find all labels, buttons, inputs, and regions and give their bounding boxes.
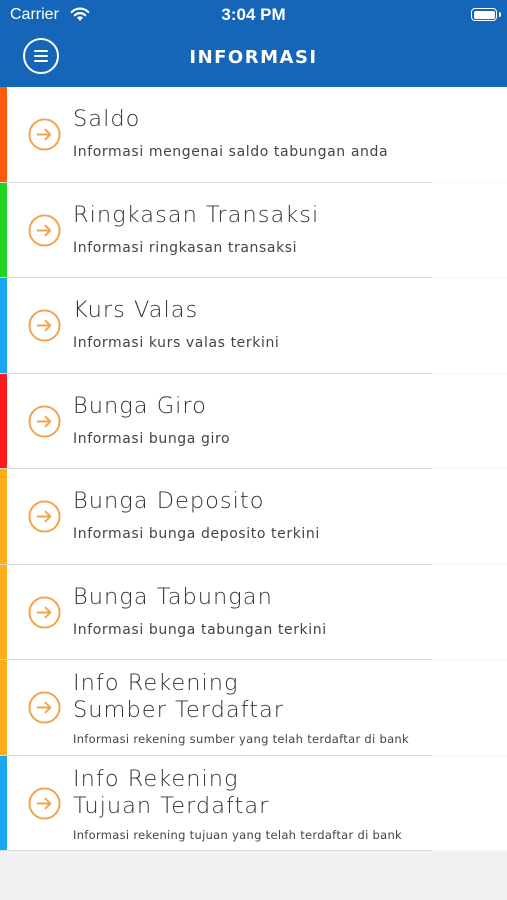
item-color-bar — [0, 469, 7, 564]
item-title: Bunga Deposito — [73, 488, 265, 514]
list-item-kurs-valas[interactable]: Kurs Valas Informasi kurs valas terkini — [0, 278, 507, 374]
item-title: Kurs Valas — [73, 297, 199, 323]
list-item-bunga-tabungan[interactable]: Bunga Tabungan Informasi bunga tabungan … — [0, 564, 507, 660]
battery-icon — [471, 8, 497, 21]
item-title-line1: Info Rekening — [73, 765, 239, 792]
item-subtitle: Informasi rekening sumber yang telah ter… — [73, 732, 409, 746]
item-subtitle: Informasi bunga tabungan terkini — [73, 621, 327, 638]
info-list: Saldo Informasi mengenai saldo tabungan … — [0, 87, 507, 851]
item-title: Info Rekening Sumber Terdaftar — [73, 670, 284, 724]
status-bar: Carrier 3:04 PM — [0, 0, 507, 30]
nav-bar: INFORMASI — [0, 30, 507, 87]
arrow-right-circle-icon — [28, 691, 61, 724]
item-color-bar — [0, 182, 7, 277]
item-subtitle: Informasi mengenai saldo tabungan anda — [73, 144, 389, 160]
arrow-right-circle-icon — [28, 118, 61, 151]
arrow-right-circle-icon — [28, 595, 61, 629]
list-item-bunga-giro[interactable]: Bunga Giro Informasi bunga giro — [0, 373, 507, 469]
item-subtitle: Informasi bunga deposito terkini — [73, 526, 320, 542]
list-item-bunga-deposito[interactable]: Bunga Deposito Informasi bunga deposito … — [0, 469, 507, 565]
item-title: Bunga Tabungan — [73, 583, 273, 610]
item-title-line1: Info Rekening — [73, 670, 239, 696]
item-subtitle: Informasi rekening tujuan yang telah ter… — [73, 827, 403, 842]
item-color-bar — [0, 373, 7, 468]
arrow-right-circle-icon — [28, 786, 61, 820]
arrow-right-circle-icon — [28, 213, 61, 247]
list-item-info-rekening-sumber[interactable]: Info Rekening Sumber Terdaftar Informasi… — [0, 660, 507, 756]
item-title: Info Rekening Tujuan Terdaftar — [73, 766, 269, 820]
list-item-info-rekening-tujuan[interactable]: Info Rekening Tujuan Terdaftar Informasi… — [0, 755, 507, 851]
item-title: Ringkasan Transaksi — [73, 201, 320, 228]
item-color-bar — [0, 278, 7, 373]
item-subtitle: Informasi ringkasan transaksi — [73, 239, 298, 256]
list-item-saldo[interactable]: Saldo Informasi mengenai saldo tabungan … — [0, 87, 507, 183]
item-subtitle: Informasi kurs valas terkini — [73, 335, 280, 351]
item-title: Saldo — [73, 106, 141, 132]
item-color-bar — [0, 660, 7, 755]
arrow-right-circle-icon — [28, 309, 61, 342]
item-color-bar — [0, 755, 7, 850]
arrow-right-circle-icon — [28, 500, 61, 533]
item-color-bar — [0, 564, 7, 659]
page-title: INFORMASI — [189, 47, 318, 68]
item-subtitle: Informasi bunga giro — [73, 430, 231, 447]
item-title: Bunga Giro — [73, 392, 207, 419]
item-title-line2: Tujuan Terdaftar — [73, 792, 270, 819]
list-item-ringkasan-transaksi[interactable]: Ringkasan Transaksi Informasi ringkasan … — [0, 182, 507, 278]
arrow-right-circle-icon — [28, 404, 61, 438]
item-title-line2: Sumber Terdaftar — [73, 697, 285, 723]
status-time: 3:04 PM — [221, 5, 286, 24]
item-color-bar — [0, 87, 7, 182]
